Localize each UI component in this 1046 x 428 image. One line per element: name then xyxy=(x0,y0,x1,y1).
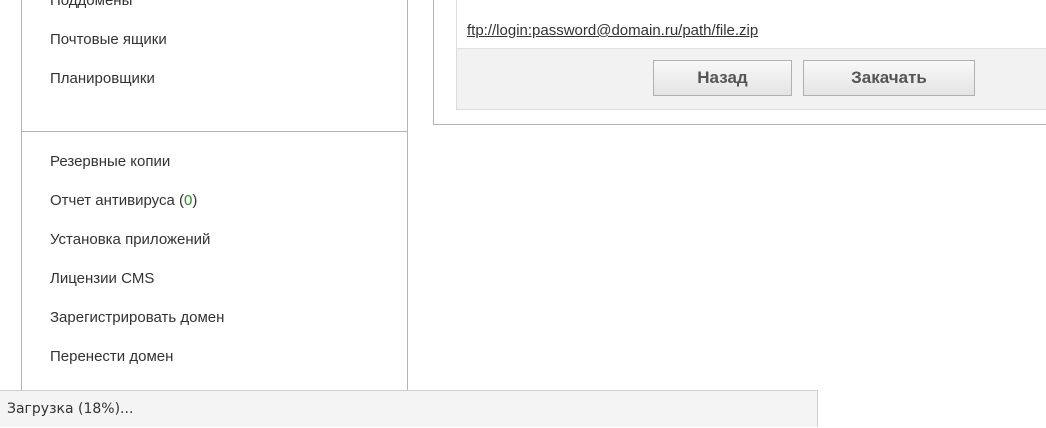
url-example-link[interactable]: ftp://login:password@domain.ru/path/file… xyxy=(467,22,758,39)
sidebar-item-antivirus-report[interactable]: Отчет антивируса (0) xyxy=(22,181,407,220)
sidebar-divider xyxy=(22,131,407,132)
sidebar-item-backups[interactable]: Резервные копии xyxy=(22,142,407,181)
sidebar-item-label: Отчет антивируса xyxy=(50,192,175,209)
sidebar-item-label: Зарегистрировать домен xyxy=(50,309,225,326)
url-example-row: ftp://login:password@domain.ru/path/file… xyxy=(456,0,1046,48)
sidebar-item-mailboxes[interactable]: Почтовые ящики xyxy=(22,20,407,59)
sidebar-item-label: Планировщики xyxy=(50,70,155,87)
sidebar-item-label: Перенести домен xyxy=(50,348,174,365)
sidebar-item-label: Почтовые ящики xyxy=(50,31,167,48)
form-button-bar: Назад Закачать xyxy=(456,48,1046,110)
sidebar-item-app-install[interactable]: Установка приложений xyxy=(22,220,407,259)
sidebar-item-register-domain[interactable]: Зарегистрировать домен xyxy=(22,298,407,337)
sidebar-item-cms-licenses[interactable]: Лицензии CMS xyxy=(22,259,407,298)
sidebar-item-label: Резервные копии xyxy=(50,153,171,170)
loading-status-bar: Загрузка (18%)... xyxy=(0,390,818,427)
sidebar-item-schedulers[interactable]: Планировщики xyxy=(22,59,407,98)
sidebar-item-transfer-domain[interactable]: Перенести домен xyxy=(22,337,407,376)
sidebar-item-label: Установка приложений xyxy=(50,231,211,248)
upload-form-panel: ftp://login:password@domain.ru/path/file… xyxy=(433,0,1046,125)
upload-button[interactable]: Закачать xyxy=(803,60,975,96)
sidebar-item-subdomains[interactable]: Поддомены xyxy=(22,0,407,20)
sidebar: Поддомены Почтовые ящики Планировщики Ре… xyxy=(21,0,408,427)
antivirus-count-open: ( xyxy=(174,192,184,209)
back-button[interactable]: Назад xyxy=(653,60,792,96)
loading-status-text: Загрузка (18%)... xyxy=(7,401,134,417)
sidebar-menu-bottom: Резервные копии Отчет антивируса (0) Уст… xyxy=(22,142,407,376)
sidebar-item-label: Лицензии CMS xyxy=(50,270,155,287)
sidebar-item-label: Поддомены xyxy=(50,0,133,9)
sidebar-menu-top: Поддомены Почтовые ящики Планировщики xyxy=(22,0,407,98)
antivirus-count-close: ) xyxy=(192,192,198,209)
